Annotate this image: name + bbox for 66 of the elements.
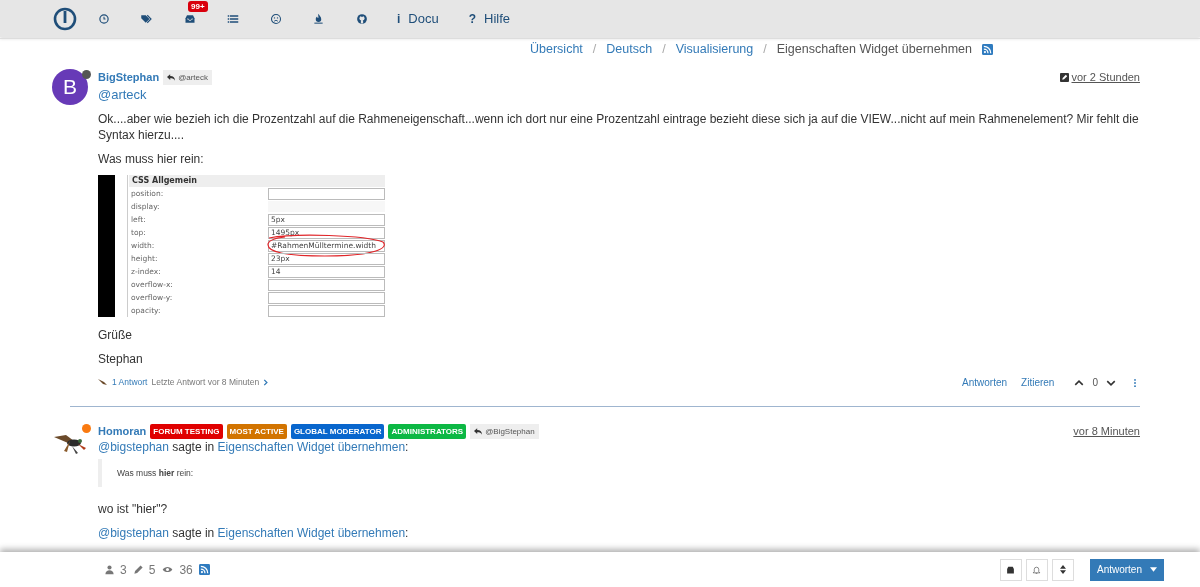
stat-count: 36	[179, 562, 193, 577]
post-text: Grüße	[98, 327, 133, 343]
nav-link[interactable]: ? Hilfe	[468, 11, 511, 26]
post-text: wo ist "hier"?	[98, 501, 169, 517]
quote-intro: @bigstephan sagte in Eigenschaften Widget übernehmen:	[98, 525, 410, 541]
blockquote: Was muss hier rein:	[98, 459, 1140, 487]
last-reply-time: Letzte Antwort vor 8 Minuten	[151, 377, 260, 387]
post-time[interactable]: vor 8 Minuten	[1073, 425, 1140, 437]
vote-count: 0	[1092, 377, 1098, 388]
mention-link[interactable]: @arteck	[98, 87, 147, 103]
inbox-icon[interactable]	[183, 12, 196, 25]
quote-intro: @bigstephan sagte in Eigenschaften Widget übernehmen:	[98, 439, 410, 455]
caret-icon	[1150, 567, 1157, 572]
breadcrumb-separator: /	[662, 42, 666, 56]
notification-badge: 99+	[188, 0, 208, 12]
post-action[interactable]: Antworten	[962, 377, 1008, 388]
rss-icon[interactable]	[982, 43, 993, 55]
reply-icon	[167, 73, 176, 81]
breadcrumb-current: Eigenschaften Widget übernehmen	[776, 42, 972, 56]
avatar[interactable]: B	[52, 69, 88, 105]
inbox-icon	[1006, 565, 1016, 574]
post-time[interactable]: vor 2 Stunden	[1059, 71, 1140, 83]
chevron-right-icon[interactable]	[263, 378, 270, 386]
bell-icon	[1032, 564, 1042, 575]
author-name[interactable]: Homoran	[98, 425, 147, 437]
clock-icon[interactable]	[97, 12, 110, 25]
list-icon[interactable]	[226, 12, 239, 25]
table-title: CSS Allgemein	[129, 175, 385, 187]
pencil-icon	[132, 564, 144, 575]
sort-icon	[1059, 565, 1066, 574]
sad-face-icon[interactable]	[269, 12, 282, 25]
logo-icon[interactable]	[53, 6, 77, 31]
inbox-button[interactable]	[999, 558, 1022, 581]
user-icon	[104, 564, 115, 575]
reply-to-chip[interactable]: @arteck	[163, 69, 213, 85]
rss-icon[interactable]	[198, 564, 210, 575]
post-text: Stephan	[98, 351, 144, 367]
replies-link[interactable]: 1 Antwort	[112, 377, 148, 387]
stat-count: 3	[120, 562, 127, 577]
reply-to-chip[interactable]: @BigStephan	[470, 423, 539, 439]
eye-icon	[161, 564, 175, 575]
flame-icon[interactable]	[313, 12, 324, 25]
tags-icon[interactable]	[140, 12, 153, 25]
group-badge[interactable]: ADMINISTRATORS	[388, 423, 467, 439]
mention-link[interactable]: @bigstephan	[98, 440, 169, 454]
nav-link[interactable]: i Docu	[397, 11, 439, 26]
group-badge[interactable]: MOST ACTIVE	[226, 423, 287, 439]
breadcrumb-separator: /	[592, 42, 597, 56]
breadcrumb-link[interactable]: Visualisierung	[675, 42, 754, 56]
edit-icon	[1059, 72, 1069, 82]
post-action[interactable]: Zitieren	[1021, 377, 1055, 388]
breadcrumb-link[interactable]: Deutsch	[606, 42, 653, 56]
author-name[interactable]: BigStephan	[98, 71, 160, 83]
sort-button[interactable]	[1051, 558, 1074, 581]
group-badge[interactable]: GLOBAL MODERATOR	[290, 423, 385, 439]
post-text: Was muss hier rein:	[98, 151, 205, 167]
github-icon[interactable]	[355, 12, 368, 25]
reply-icon	[474, 427, 483, 435]
reply-button[interactable]: Antworten	[1089, 558, 1164, 581]
replier-avatar-icon	[98, 378, 108, 386]
breadcrumb-link[interactable]: Übersicht	[530, 42, 583, 56]
mention-link[interactable]: @bigstephan	[98, 526, 169, 540]
breadcrumb-separator: /	[763, 42, 767, 56]
post-text: Ok....aber wie bezieh ich die Prozentzahl auf die Rahmeneigenschaft...wenn ich dort nur eine Prozentzahl eintrage bezieht diese sich ja auf die VIEW...nicht auf mein Rahmenelement? Mir fehlt die Syntax hierzu....	[98, 111, 1140, 143]
group-badge[interactable]: FORUM TESTING	[150, 423, 223, 439]
stat-count: 5	[148, 562, 156, 577]
